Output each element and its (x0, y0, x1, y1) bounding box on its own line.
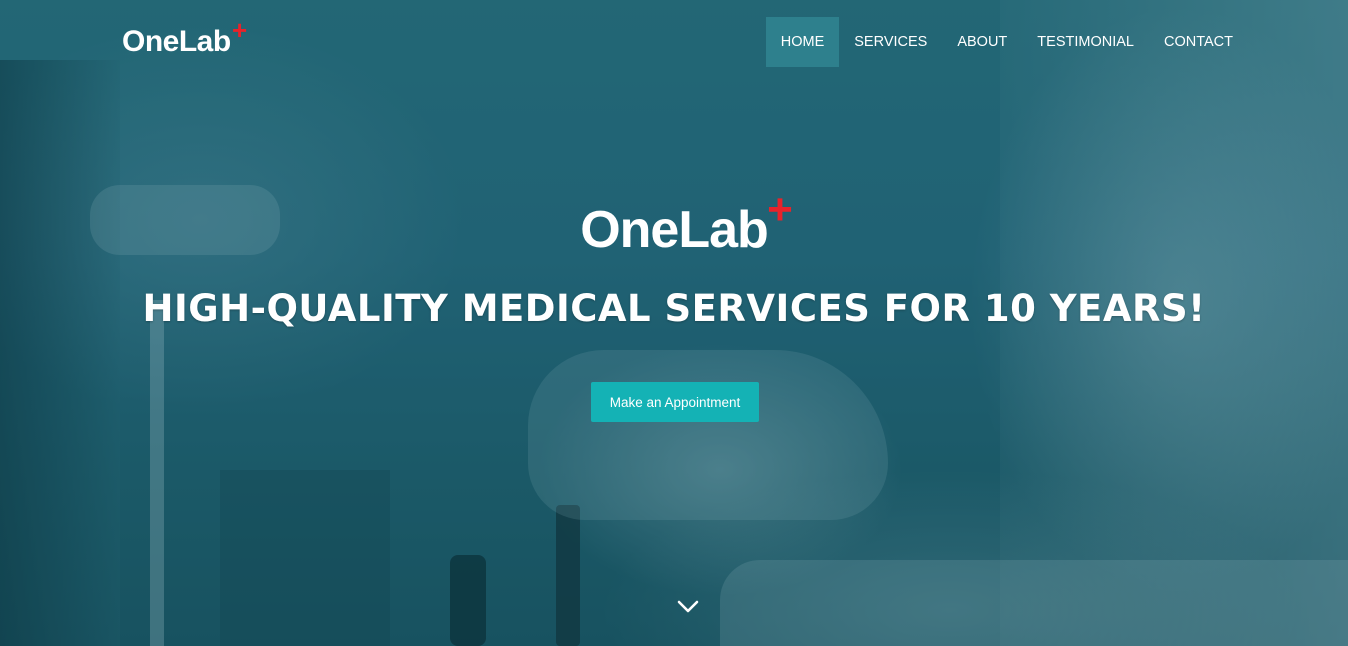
hero-plus-icon: + (767, 185, 793, 234)
hero-logo-text: OneLab (580, 201, 769, 259)
hero-logo-mark: OneLab + (580, 185, 793, 262)
main-nav: HOME SERVICES ABOUT TESTIMONIAL CONTACT (765, 17, 1248, 67)
brand-logo[interactable]: OneLab + (122, 15, 247, 62)
hero-logo: OneLab + (0, 185, 1348, 262)
brand-name: OneLab (122, 25, 231, 58)
nav-item-home[interactable]: HOME (765, 17, 840, 67)
nav-item-testimonial[interactable]: TESTIMONIAL (1022, 17, 1149, 67)
brand-plus-icon: + (232, 15, 247, 45)
hero-headline: HIGH-QUALITY MEDICAL SERVICES FOR 10 YEA… (142, 287, 1206, 330)
nav-item-about[interactable]: ABOUT (942, 17, 1022, 67)
make-appointment-button[interactable]: Make an Appointment (591, 382, 759, 422)
site-header: OneLab + HOME SERVICES ABOUT TESTIMONIAL… (0, 0, 1348, 84)
chevron-down-icon[interactable] (675, 598, 701, 616)
nav-item-services[interactable]: SERVICES (839, 17, 942, 67)
nav-item-contact[interactable]: CONTACT (1149, 17, 1248, 67)
